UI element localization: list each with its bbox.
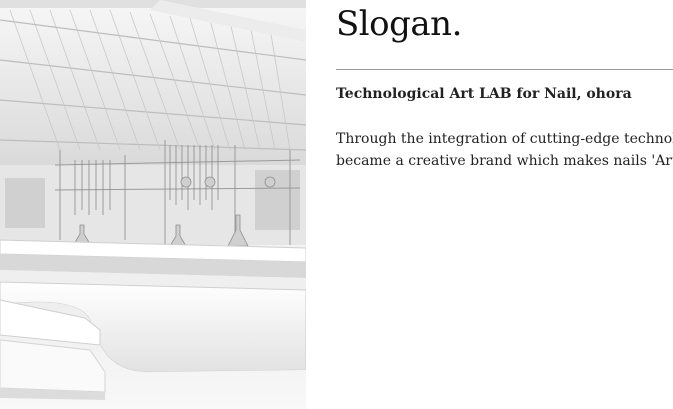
description-line: became a creative brand which makes nail…	[336, 153, 673, 169]
divider	[336, 69, 673, 70]
slogan-section: Slogan. Technological Art LAB for Nail, …	[336, 0, 673, 409]
section-title: Slogan.	[336, 4, 462, 44]
section-description: Through the integration of cutting-edge …	[336, 128, 673, 172]
hero-lab-image	[0, 0, 306, 409]
lab-illustration	[0, 0, 306, 409]
description-line: Through the integration of cutting-edge …	[336, 131, 673, 147]
section-subtitle: Technological Art LAB for Nail, ohora	[336, 86, 632, 102]
